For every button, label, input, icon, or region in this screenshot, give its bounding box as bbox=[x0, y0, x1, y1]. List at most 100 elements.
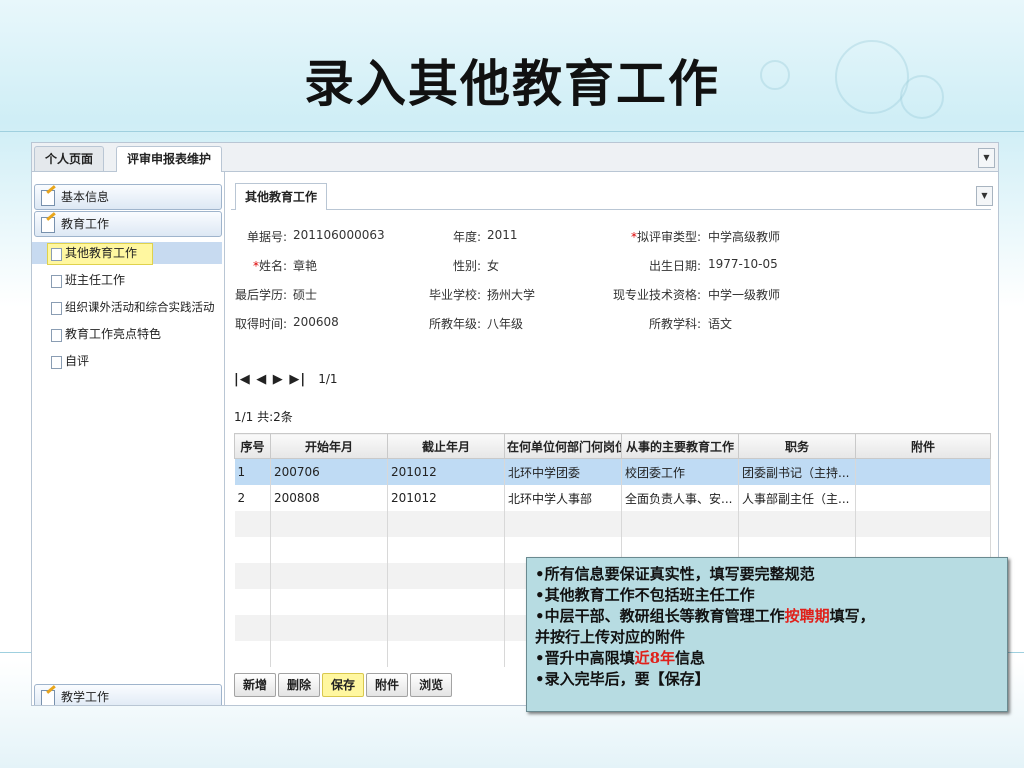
sidebar-item-other-education[interactable]: 其他教育工作 bbox=[32, 242, 222, 265]
sidebar-item-label: 组织课外活动和综合实践活动 bbox=[65, 300, 215, 314]
field-label: 取得时间: bbox=[234, 317, 287, 331]
obtained-date-value: 200608 bbox=[293, 315, 339, 329]
table-row[interactable]: 2 200808 201012 北环中学人事部 全面负责人事、安... 人事部副… bbox=[234, 485, 991, 511]
table-cell: 全面负责人事、安... bbox=[621, 485, 739, 511]
table-cell: 1 bbox=[234, 458, 271, 485]
gender-value: 女 bbox=[487, 259, 500, 273]
pager: |◀ ◀ ▶ ▶| 1/1 bbox=[234, 372, 338, 387]
panel-teaching-label: 教学工作 bbox=[61, 690, 110, 704]
field-label: 毕业学校: bbox=[428, 288, 481, 302]
note-line: •其他教育工作不包括班主任工作 bbox=[535, 586, 755, 604]
panel-teaching-work-label: 教育工作 bbox=[61, 217, 110, 231]
table-cell: 人事部副主任（主... bbox=[738, 485, 856, 511]
field-label: 现专业技术资格: bbox=[612, 288, 701, 302]
column-header[interactable]: 附件 bbox=[855, 433, 991, 459]
name-value: 章艳 bbox=[293, 259, 318, 273]
year-value: 2011 bbox=[487, 228, 518, 242]
document-number-value: 201106000063 bbox=[293, 228, 385, 242]
tab-personal-page[interactable]: 个人页面 bbox=[34, 146, 105, 171]
birth-date-value: 1977-10-05 bbox=[708, 257, 778, 271]
sidebar-item-label: 自评 bbox=[65, 354, 90, 368]
browse-button[interactable]: 浏览 bbox=[410, 673, 453, 697]
sidebar-item-highlights[interactable]: 教育工作亮点特色 bbox=[32, 323, 222, 345]
column-header[interactable]: 序号 bbox=[234, 433, 271, 459]
education-value: 硕士 bbox=[293, 288, 318, 302]
table-cell bbox=[855, 485, 991, 511]
table-cell: 200808 bbox=[270, 485, 388, 511]
panel-teaching-work[interactable]: 教育工作 bbox=[34, 211, 222, 237]
instruction-callout: •所有信息要保证真实性，填写要完整规范 •其他教育工作不包括班主任工作 •中层干… bbox=[526, 557, 1008, 712]
chevron-down-icon[interactable]: ▼ bbox=[978, 148, 995, 168]
sidebar-item-extracurricular[interactable]: 组织课外活动和综合实践活动 bbox=[32, 296, 222, 318]
note-line: •录入完毕后，要【保存】 bbox=[535, 670, 710, 688]
top-tab-bar: 个人页面 评审申报表维护 ▼ bbox=[32, 143, 998, 173]
add-button[interactable]: 新增 bbox=[234, 673, 277, 697]
field-label: 年度: bbox=[452, 230, 481, 244]
table-cell: 201012 bbox=[387, 485, 505, 511]
slide-title: 录入其他教育工作 bbox=[304, 55, 720, 113]
table-cell: 校团委工作 bbox=[621, 458, 739, 485]
table-cell: 201012 bbox=[387, 458, 505, 485]
column-header[interactable]: 在何单位何部门何岗位 bbox=[504, 433, 622, 459]
panel-basic-info-label: 基本信息 bbox=[61, 190, 110, 204]
column-header[interactable]: 截止年月 bbox=[387, 433, 505, 459]
field-label: 性别: bbox=[452, 259, 481, 273]
panel-teaching[interactable]: 教学工作 bbox=[34, 684, 222, 705]
pager-nav-icon[interactable]: |◀ ◀ ▶ ▶| bbox=[234, 372, 306, 387]
edit-document-icon bbox=[41, 690, 55, 705]
note-line: •晋升中高限填近8年信息 bbox=[535, 649, 706, 667]
table-cell: 200706 bbox=[270, 458, 388, 485]
panel-basic-info[interactable]: 基本信息 bbox=[34, 184, 222, 210]
table-row[interactable]: 1 200706 201012 北环中学团委 校团委工作 团委副书记（主持... bbox=[234, 458, 991, 485]
table-cell: 团委副书记（主持... bbox=[738, 458, 856, 485]
sidebar-item-label: 教育工作亮点特色 bbox=[65, 327, 162, 341]
note-line: •所有信息要保证真实性，填写要完整规范 bbox=[535, 565, 815, 583]
column-header[interactable]: 职务 bbox=[738, 433, 856, 459]
document-icon bbox=[51, 329, 62, 342]
document-icon bbox=[51, 275, 62, 288]
field-label: *姓名: bbox=[252, 259, 287, 273]
sidebar-item-label: 班主任工作 bbox=[65, 273, 126, 287]
delete-button[interactable]: 删除 bbox=[278, 673, 321, 697]
page-indicator: 1/1 bbox=[318, 372, 338, 386]
edit-document-icon bbox=[41, 217, 55, 233]
sidebar-item-homeroom[interactable]: 班主任工作 bbox=[32, 269, 222, 291]
table-cell: 2 bbox=[234, 485, 271, 511]
school-value: 扬州大学 bbox=[487, 288, 536, 302]
grade-value: 八年级 bbox=[487, 317, 524, 331]
document-icon bbox=[51, 248, 62, 261]
background-line bbox=[0, 131, 1024, 132]
qualification-value: 中学一级教师 bbox=[708, 288, 781, 302]
tab-strip-divider bbox=[231, 209, 991, 210]
edit-document-icon bbox=[41, 190, 55, 206]
table-cell bbox=[855, 458, 991, 485]
note-line: •中层干部、教研组长等教育管理工作按聘期填写， bbox=[535, 607, 875, 625]
subject-value: 语文 bbox=[708, 317, 733, 331]
table-cell: 北环中学团委 bbox=[504, 458, 622, 485]
column-header[interactable]: 从事的主要教育工作 bbox=[621, 433, 739, 459]
sidebar-item-label: 其他教育工作 bbox=[65, 246, 138, 260]
attachment-button[interactable]: 附件 bbox=[366, 673, 409, 697]
record-count: 1/1 共:2条 bbox=[234, 410, 293, 424]
document-icon bbox=[51, 356, 62, 369]
sidebar-item-self-evaluation[interactable]: 自评 bbox=[32, 350, 222, 372]
tab-review-form-maintenance[interactable]: 评审申报表维护 bbox=[116, 146, 223, 173]
table-row-empty bbox=[234, 511, 991, 537]
note-line: 并按行上传对应的附件 bbox=[535, 628, 686, 646]
sidebar: 基本信息 教育工作 其他教育工作 班主任工作 组织课外活动和综合实践活动 教育工… bbox=[32, 172, 225, 705]
field-label: 单据号: bbox=[246, 230, 287, 244]
tab-other-education[interactable]: 其他教育工作 bbox=[235, 183, 328, 210]
field-label: 出生日期: bbox=[648, 259, 701, 273]
field-label: 最后学历: bbox=[234, 288, 287, 302]
field-label: 所教学科: bbox=[648, 317, 701, 331]
document-icon bbox=[51, 302, 62, 315]
chevron-down-icon[interactable]: ▼ bbox=[976, 186, 993, 206]
column-header[interactable]: 开始年月 bbox=[270, 433, 388, 459]
field-label: *拟评审类型: bbox=[630, 230, 701, 244]
review-type-value: 中学高级教师 bbox=[708, 230, 781, 244]
save-button[interactable]: 保存 bbox=[322, 673, 365, 697]
table-header-row: 序号 开始年月 截止年月 在何单位何部门何岗位 从事的主要教育工作 职务 附件 bbox=[234, 433, 991, 459]
field-label: 所教年级: bbox=[428, 317, 481, 331]
toolbar: 新增 删除 保存 附件 浏览 bbox=[234, 673, 454, 697]
table-cell: 北环中学人事部 bbox=[504, 485, 622, 511]
